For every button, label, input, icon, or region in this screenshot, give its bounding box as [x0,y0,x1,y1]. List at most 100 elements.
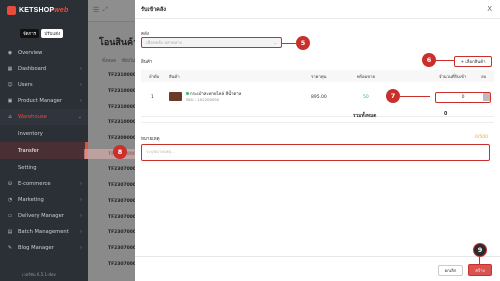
trash-icon[interactable] [483,93,490,101]
sidebar-item-overview[interactable]: ◉ Overview [0,45,88,61]
sidebar-subitem-transfer[interactable]: Transfer [0,142,88,159]
callout-badge-6: 6 [422,53,436,67]
sidebar-item-label: Users [18,82,33,88]
tab-pending[interactable]: ที่ยังไม่ [122,57,135,64]
sidebar-item-blog-manager[interactable]: ✎ Blog Manager › [0,240,88,256]
callout-badge-7: 7 [386,89,400,103]
menu-toggle-icon[interactable]: ☰ [93,6,99,14]
logo-text: KETSHOP [19,7,55,14]
page-title: โอนสินค้า [99,38,139,48]
logo[interactable]: KETSHOPweb [7,6,68,15]
sidebar-item-batch-management[interactable]: ▤ Batch Management › [0,224,88,240]
product-image [169,92,182,101]
col-available: พร้อมขาย [357,73,375,79]
chevron-down-icon: ⌄ [77,114,82,120]
callout-badge-5: 5 [296,36,310,50]
add-product-button[interactable]: + เลือกสินค้า [454,56,492,67]
cancel-button[interactable]: ยกเลิก [438,265,463,276]
store-chips: จัดการ ปรับแต่ง [20,29,64,38]
total-label: รวมทั้งหมด [353,114,377,119]
product-sku: SKU : 1X2200050 [186,97,220,102]
warehouse-label: คลัง [141,32,149,37]
sidebar-item-label: Marketing [18,197,44,203]
divider [135,256,500,257]
customize-chip[interactable]: ปรับแต่ง [41,29,64,38]
col-product: สินค้า [169,73,180,79]
sidebar-item-label: Batch Management [18,229,69,235]
callout-connector [400,96,430,98]
close-icon[interactable]: X [487,5,492,13]
modal-title: รับเข้าคลัง [141,7,166,13]
sidebar-item-label: Delivery Manager [18,213,64,219]
chevron-right-icon: › [80,66,82,72]
logo-mark-icon [7,6,16,15]
sidebar-subitem-inventory[interactable]: Inventory [0,125,88,142]
app-version: เวอร์ชัน 6.5.1-dev [22,272,56,277]
users-icon: ☺ [7,82,13,88]
callout-connector [479,257,481,264]
col-index: ลำดับ [149,73,160,79]
status-dot-icon [186,92,189,95]
col-cost: ราคาทุน [311,73,327,79]
col-delete: ลบ [481,73,487,79]
chevron-right-icon: › [80,245,82,251]
sidebar-subitem-setting[interactable]: Setting [0,159,88,176]
product-table-header: ลำดับ สินค้า ราคาทุน พร้อมขาย จำนวนที่รั… [141,70,494,82]
products-label: สินค้า [141,60,153,65]
product-available: 50 [363,95,369,100]
delivery-icon: ▭ [7,213,13,219]
tab-all[interactable]: ทั้งหมด [102,57,116,64]
sidebar-item-marketing[interactable]: ◔ Marketing › [0,192,88,208]
expand-icon[interactable]: ⤢ [103,6,108,14]
chevron-right-icon: › [80,197,82,203]
logo-accent-text: web [54,7,69,14]
sidebar: KETSHOPweb จัดการ ปรับแต่ง ◉ Overview ▦ … [0,0,88,281]
note-char-count: 0/500 [475,135,488,140]
divider [135,18,500,19]
ecommerce-icon: ⛁ [7,181,13,187]
col-received-qty: จำนวนที่รับเข้า [439,73,467,79]
sidebar-item-label: E-commerce [18,181,51,187]
total-value: 0 [444,112,448,117]
row-index: 1 [151,95,154,100]
warehouse-select-placeholder: เลือกคลัง ปลายทาง [146,41,182,46]
sidebar-item-ecommerce[interactable]: ⛁ E-commerce › [0,176,88,192]
manage-chip[interactable]: จัดการ [20,29,40,38]
warehouse-icon: ⌂ [8,114,12,120]
total-row: รวมทั้งหมด 0 [141,109,494,123]
overview-icon: ◉ [7,50,13,56]
blog-icon: ✎ [7,245,13,251]
chevron-right-icon: › [80,82,82,88]
chevron-down-icon: ⌄ [273,40,277,45]
sidebar-item-warehouse[interactable]: ⌂ Warehouse ⌄ [0,109,88,125]
sidebar-item-product-manager[interactable]: ▣ Product Manager › [0,93,88,109]
sidebar-item-users[interactable]: ☺ Users › [0,77,88,93]
sidebar-nav: ◉ Overview ▦ Dashboard › ☺ Users › ▣ Pro… [0,45,88,256]
callout-badge-9: 9 [473,243,487,257]
receive-warehouse-modal: รับเข้าคลัง X คลัง เลือกคลัง ปลายทาง ⌄ ส… [135,0,500,281]
chevron-right-icon: › [80,98,82,104]
sidebar-item-dashboard[interactable]: ▦ Dashboard › [0,61,88,77]
warehouse-select[interactable]: เลือกคลัง ปลายทาง ⌄ [141,37,282,48]
chevron-right-icon: › [80,181,82,187]
callout-connector [436,60,454,62]
callout-connector [282,43,296,45]
product-name: กระเป๋าสะพายไหล่ สีน้ำตาล [186,90,241,97]
product-icon: ▣ [7,98,13,104]
dashboard-icon: ▦ [7,66,13,72]
sidebar-item-label: Overview [18,50,43,56]
product-cost: 895.00 [311,95,327,100]
sidebar-item-label: Dashboard [18,66,47,72]
transfer-highlight [84,149,136,159]
chevron-right-icon: › [80,213,82,219]
marketing-icon: ◔ [7,197,13,203]
note-textarea[interactable]: ระบุหมายเหตุ... [141,144,490,161]
batch-icon: ▤ [7,229,13,235]
sidebar-item-label: Blog Manager [18,245,54,251]
note-label: หมายเหตุ [141,137,160,142]
sidebar-item-label: Warehouse [18,114,47,120]
create-button[interactable]: สร้าง [468,264,492,276]
sidebar-item-delivery-manager[interactable]: ▭ Delivery Manager › [0,208,88,224]
callout-badge-8: 8 [113,145,127,159]
sidebar-item-label: Product Manager [18,98,63,104]
